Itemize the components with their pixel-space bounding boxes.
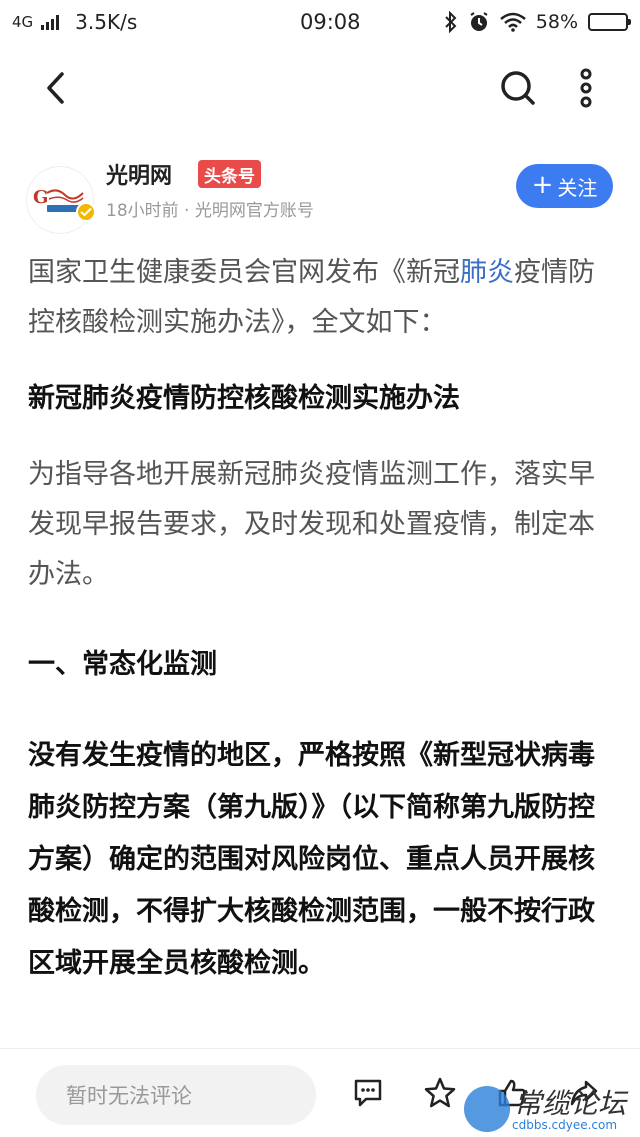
watermark-text: 常缆论坛 [514, 1087, 627, 1120]
more-button[interactable] [566, 64, 606, 112]
signal-icon [41, 14, 60, 30]
nav-bar [0, 44, 640, 132]
comment-input[interactable]: 暂时无法评论 [36, 1065, 316, 1125]
topic-link[interactable]: 肺炎 [460, 257, 514, 288]
back-button[interactable] [30, 66, 80, 110]
status-time: 09:08 [300, 10, 361, 34]
status-bar: 4G 3.5K/s 09:08 58% [0, 0, 640, 44]
plus-icon: + [531, 169, 554, 200]
alarm-icon [470, 12, 488, 31]
verified-icon [76, 202, 96, 222]
wifi-icon [499, 12, 526, 32]
svg-text:G: G [33, 187, 48, 208]
article-paragraph: 为指导各地开展新冠肺炎疫情监测工作，落实早发现早报告要求，及时发现和处置疫情，制… [28, 459, 595, 590]
favorite-button[interactable] [422, 1075, 458, 1111]
watermark-url: cdbbs.cdyee.com [512, 1118, 618, 1132]
article-paragraph: 没有发生疫情的地区，严格按照《新型冠状病毒肺炎防控方案（第九版）》（以下简称第九… [28, 740, 595, 979]
author-meta: 18小时前 · 光明网官方账号 [106, 201, 314, 221]
network-type: 4G [12, 13, 34, 31]
forum-watermark: 常缆论坛 cdbbs.cdyee.com [462, 1082, 640, 1137]
chevron-left-icon [47, 72, 64, 104]
battery-icon [588, 13, 631, 31]
article-body: 国家卫生健康委员会官网发布《新冠肺炎疫情防控核酸检测实施办法》，全文如下： 新冠… [28, 248, 618, 990]
more-vertical-icon [580, 68, 592, 108]
follow-label: 关注 [557, 175, 598, 200]
bluetooth-icon [445, 11, 457, 33]
article-intro: 国家卫生健康委员会官网发布《新冠肺炎疫情防控核酸检测实施办法》，全文如下： [28, 257, 595, 338]
star-icon [424, 1077, 456, 1108]
toutiao-badge: 头条号 [198, 160, 261, 188]
article-heading: 新冠肺炎疫情防控核酸检测实施办法 [28, 383, 460, 414]
network-speed: 3.5K/s [75, 10, 138, 34]
battery-percent: 58% [535, 11, 578, 33]
section-heading: 一、常态化监测 [28, 649, 217, 680]
watermark-logo-icon [464, 1086, 510, 1132]
search-button[interactable] [494, 66, 542, 110]
search-icon [501, 71, 535, 105]
follow-button[interactable]: + 关注 [516, 164, 613, 208]
comment-icon [354, 1079, 382, 1107]
author-row: G 光明网 头条号 18小时前 · 光明网官方账号 + 关注 [0, 152, 640, 234]
author-name[interactable]: 光明网 [106, 158, 172, 190]
author-avatar[interactable]: G [26, 166, 94, 234]
comment-button[interactable] [350, 1075, 386, 1111]
